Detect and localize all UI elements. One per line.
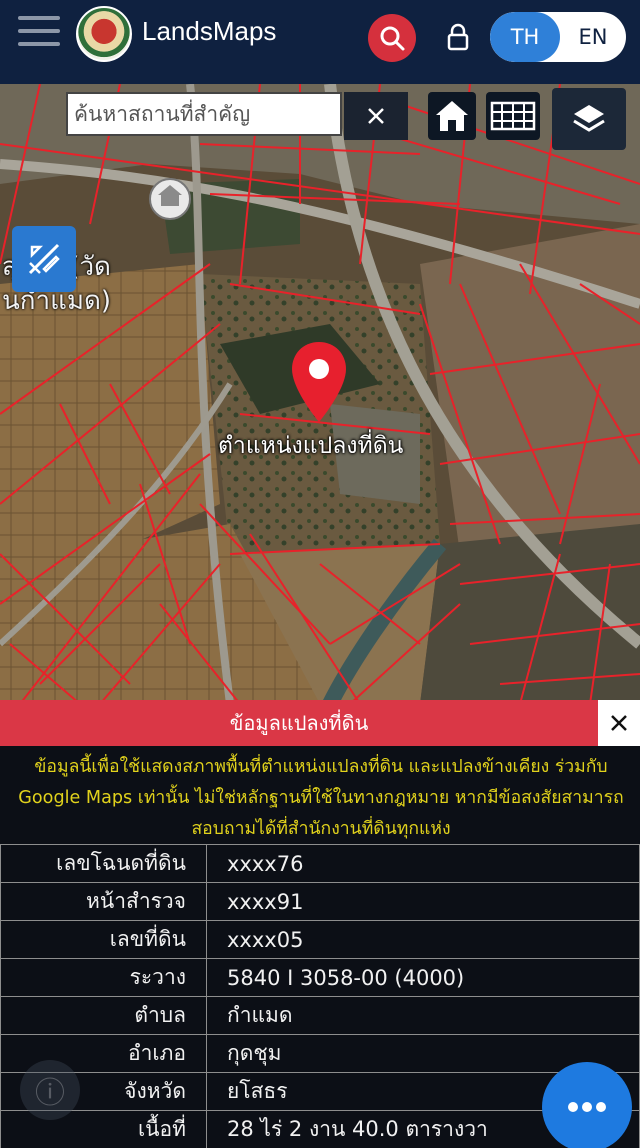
app-title: LandsMaps [142, 16, 277, 46]
measure-tool-button[interactable] [12, 226, 76, 292]
map-view[interactable]: สุริโย (วัด นกำแมด) ตำแหน่งแปลงที่ดิน [0, 84, 640, 704]
close-icon [611, 715, 627, 731]
info-row-key: เลขโฉนดที่ดิน [0, 844, 207, 883]
info-row: อำเภอ กุดชุม [0, 1034, 640, 1073]
info-row: เลขที่ดิน xxxx05 [0, 920, 640, 959]
info-row: หน้าสำรวจ xxxx91 [0, 882, 640, 921]
info-icon: ⓘ [35, 1076, 65, 1111]
info-button[interactable]: ⓘ [20, 1060, 80, 1120]
info-row-key: ระวาง [0, 958, 207, 997]
grid-button[interactable] [486, 92, 540, 140]
close-icon [368, 108, 384, 124]
menu-icon[interactable] [18, 16, 60, 50]
info-row-key: เลขที่ดิน [0, 920, 207, 959]
more-options-button[interactable] [542, 1062, 632, 1148]
lock-icon[interactable] [444, 22, 472, 52]
info-row-key: เนื้อที่ [0, 1110, 207, 1148]
panel-title: ข้อมูลแปลงที่ดิน [0, 700, 598, 746]
clear-search-button[interactable] [344, 92, 408, 140]
marker-label: ตำแหน่งแปลงที่ดิน [218, 433, 404, 459]
info-row-key: ตำบล [0, 996, 207, 1035]
home-button[interactable] [428, 92, 476, 140]
info-row-value: 5840 I 3058-00 (4000) [206, 958, 640, 997]
search-input[interactable] [68, 94, 340, 134]
temple-poi-icon[interactable] [144, 176, 196, 222]
info-row-value: xxxx05 [206, 920, 640, 959]
location-pin-icon[interactable] [290, 340, 348, 424]
info-row: ตำบล กำแมด [0, 996, 640, 1035]
panel-close-button[interactable] [598, 700, 640, 746]
grid-icon [490, 101, 536, 131]
more-icon [568, 1102, 606, 1112]
info-row-value: xxxx91 [206, 882, 640, 921]
search-button[interactable] [368, 14, 416, 62]
layers-button[interactable] [552, 88, 626, 150]
home-icon [436, 101, 468, 131]
info-row-key: หน้าสำรวจ [0, 882, 207, 921]
info-row-value: xxxx76 [206, 844, 640, 883]
info-row: ระวาง 5840 I 3058-00 (4000) [0, 958, 640, 997]
app-header: LandsMaps TH EN [0, 0, 640, 84]
app-root: { "header": { "title": "LandsMaps", "lan… [0, 0, 640, 1148]
logo-emblem [76, 6, 132, 62]
lang-th-button[interactable]: TH [490, 12, 560, 62]
search-icon [380, 26, 405, 51]
info-row: เลขโฉนดที่ดิน xxxx76 [0, 844, 640, 883]
measure-icon [28, 243, 60, 275]
parcel-info-panel: ข้อมูลแปลงที่ดิน ข้อมูลนี้เพื่อใช้แสดงสภ… [0, 700, 640, 1148]
language-toggle: TH EN [490, 12, 626, 62]
disclaimer-text: ข้อมูลนี้เพื่อใช้แสดงสภาพพื้นที่ตำแหน่งแ… [18, 757, 624, 839]
search-field [66, 92, 342, 136]
info-row-value: กำแมด [206, 996, 640, 1035]
lang-en-button[interactable]: EN [560, 12, 626, 62]
layers-icon [573, 105, 605, 132]
